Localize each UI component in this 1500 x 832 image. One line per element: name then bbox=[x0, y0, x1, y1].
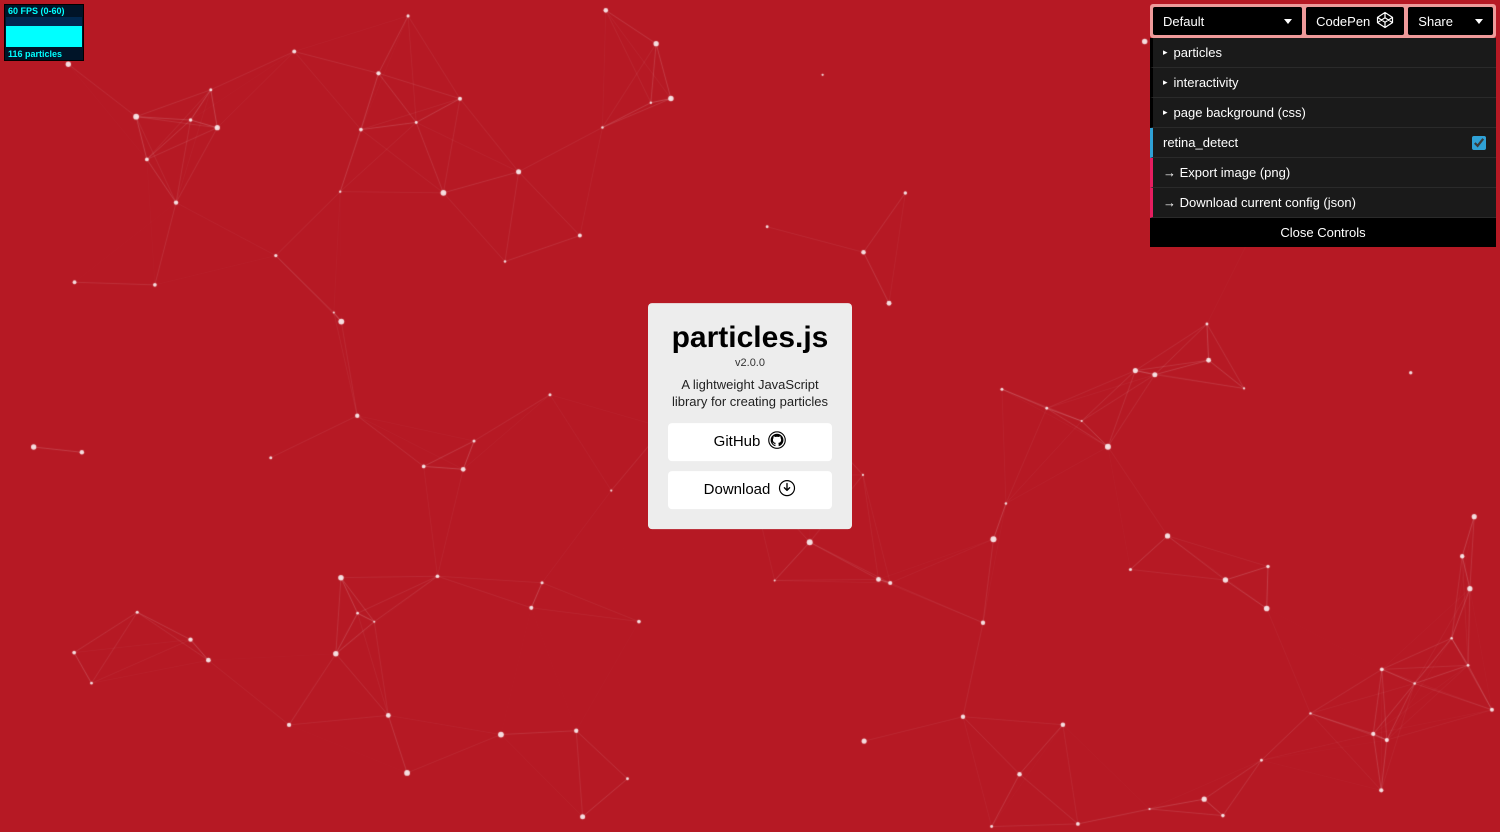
folder-interactivity-label: interactivity bbox=[1174, 75, 1239, 90]
download-config-label: → Download current config (json) bbox=[1163, 195, 1356, 210]
fps-graph-fill bbox=[6, 26, 82, 47]
folder-page-background-label: page background (css) bbox=[1174, 105, 1306, 120]
export-image-label: → Export image (png) bbox=[1163, 165, 1290, 180]
codepen-icon bbox=[1376, 11, 1394, 32]
chevron-down-icon bbox=[1284, 19, 1292, 24]
panel-top-bar: Default CodePen Share bbox=[1150, 4, 1496, 38]
property-retina-detect[interactable]: retina_detect bbox=[1150, 128, 1496, 158]
retina-detect-checkbox[interactable] bbox=[1472, 136, 1486, 150]
particle-count-label: 116 particles bbox=[5, 48, 83, 60]
close-controls-button[interactable]: Close Controls bbox=[1150, 218, 1496, 247]
action-download-config[interactable]: → Download current config (json) bbox=[1150, 188, 1496, 218]
card-description: A lightweight JavaScript library for cre… bbox=[668, 377, 832, 411]
codepen-button[interactable]: CodePen bbox=[1306, 7, 1404, 35]
share-button[interactable]: Share bbox=[1408, 7, 1493, 35]
main-card: particles.js v2.0.0 A lightweight JavaSc… bbox=[648, 303, 852, 529]
share-label: Share bbox=[1418, 14, 1453, 29]
retina-detect-label: retina_detect bbox=[1163, 135, 1238, 150]
panel-list: particles interactivity page background … bbox=[1150, 38, 1496, 247]
download-icon bbox=[778, 479, 796, 501]
fps-label: 60 FPS (0-60) bbox=[5, 5, 83, 17]
preset-select[interactable]: Default bbox=[1153, 7, 1302, 35]
folder-page-background[interactable]: page background (css) bbox=[1150, 98, 1496, 128]
download-button[interactable]: Download bbox=[668, 471, 832, 509]
folder-particles-label: particles bbox=[1174, 45, 1222, 60]
stats-box: 60 FPS (0-60) 116 particles bbox=[4, 4, 84, 61]
card-version: v2.0.0 bbox=[668, 357, 832, 369]
fps-graph bbox=[6, 17, 82, 47]
download-button-label: Download bbox=[704, 481, 771, 498]
close-controls-label: Close Controls bbox=[1280, 225, 1365, 240]
action-export-image[interactable]: → Export image (png) bbox=[1150, 158, 1496, 188]
github-button[interactable]: GitHub bbox=[668, 423, 832, 461]
folder-interactivity[interactable]: interactivity bbox=[1150, 68, 1496, 98]
preset-selected-label: Default bbox=[1163, 14, 1204, 29]
github-icon bbox=[768, 431, 786, 453]
chevron-down-icon bbox=[1475, 19, 1483, 24]
github-button-label: GitHub bbox=[714, 433, 761, 450]
codepen-label: CodePen bbox=[1316, 14, 1370, 29]
controls-panel: Default CodePen Share particles interact… bbox=[1150, 4, 1496, 247]
folder-particles[interactable]: particles bbox=[1150, 38, 1496, 68]
card-title: particles.js bbox=[668, 321, 832, 355]
